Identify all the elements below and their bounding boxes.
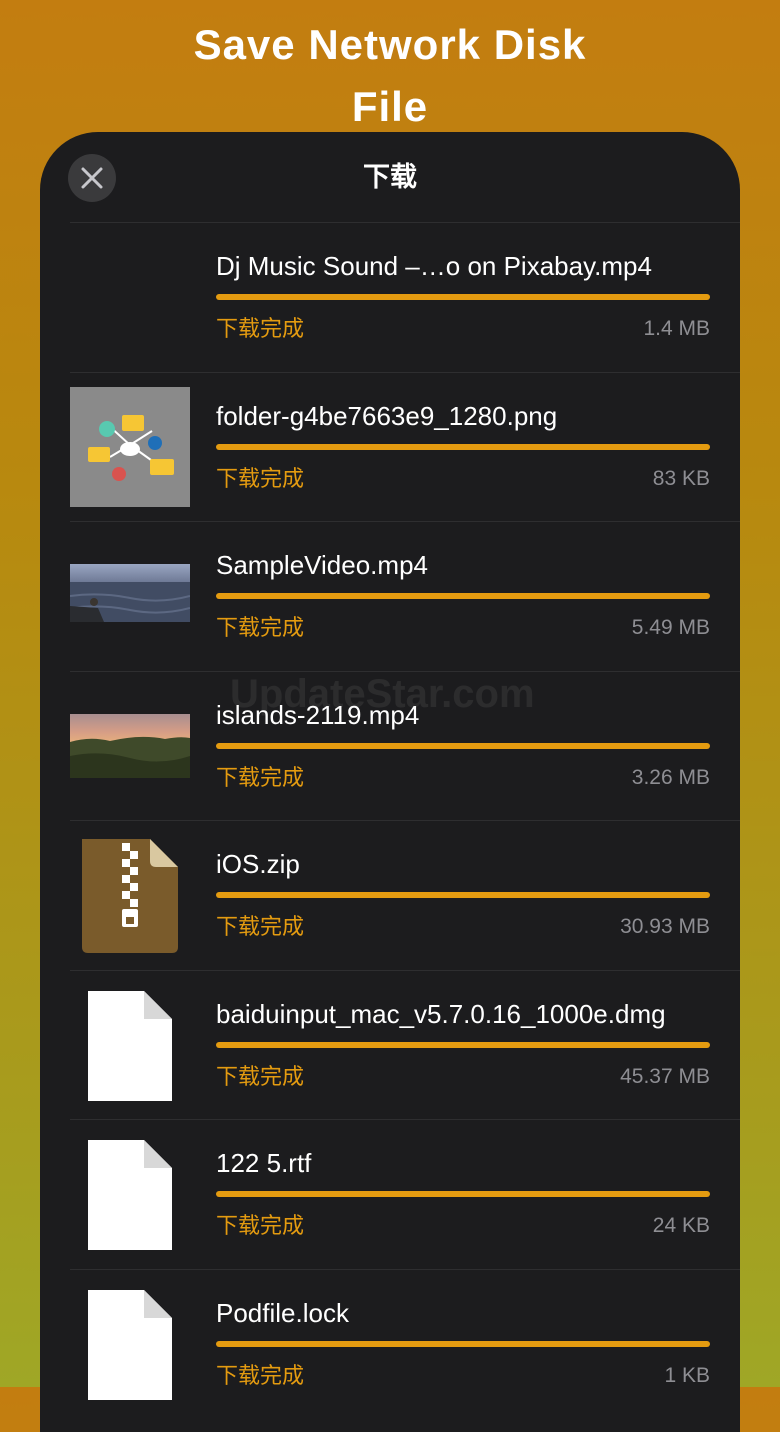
progress-bar: [216, 593, 710, 599]
progress-bar: [216, 443, 710, 450]
status-label: 下载完成: [216, 1063, 305, 1089]
promo-title-line1: Save Network Disk: [193, 21, 587, 68]
sunset-video-thumbnail: [70, 686, 190, 806]
status-label: 下载完成: [216, 764, 305, 790]
sea-video-thumbnail: [70, 536, 190, 656]
progress-bar: [216, 1191, 710, 1197]
file-name: Dj Music Sound –…o on Pixabay.mp4: [216, 251, 652, 281]
file-size: 24 KB: [652, 1214, 710, 1237]
download-item[interactable]: folder-g4be7663e9_1280.png 下载完成 83 KB: [70, 371, 740, 522]
status-label: 下载完成: [216, 465, 305, 491]
download-item[interactable]: Podfile.lock 下载完成 1 KB: [70, 1268, 740, 1419]
file-size: 45.37 MB: [620, 1064, 710, 1088]
document-icon: [70, 1284, 190, 1404]
watermark: UpdateStar.com: [230, 672, 535, 716]
progress-bar: [216, 1340, 710, 1347]
status-label: 下载完成: [216, 1213, 305, 1238]
panel-title: 下载: [363, 162, 417, 192]
zip-file-icon: [70, 835, 190, 955]
thumbnail-empty: [70, 237, 190, 357]
file-name: SampleVideo.mp4: [216, 550, 428, 580]
progress-bar: [216, 742, 710, 749]
downloads-panel: 下载 Dj Music Sound –…o on Pixabay.mp4 下载完…: [40, 132, 740, 1432]
folder-network-thumbnail: [70, 386, 190, 507]
file-name: iOS.zip: [216, 849, 300, 879]
file-name: baiduinput_mac_v5.7.0.16_1000e.dmg: [216, 998, 666, 1029]
panel-header: 下载: [40, 132, 740, 222]
status-label: 下载完成: [216, 615, 305, 640]
file-size: 30.93 MB: [620, 915, 710, 938]
promo-title: Save Network Disk File: [0, 14, 780, 138]
file-size: 83 KB: [652, 466, 710, 490]
progress-bar: [216, 294, 710, 300]
document-icon: [70, 985, 190, 1105]
download-item[interactable]: iOS.zip 下载完成 30.93 MB: [70, 820, 740, 970]
file-size: 5.49 MB: [631, 616, 710, 639]
file-size: 3.26 MB: [631, 765, 710, 789]
document-icon: [70, 1134, 190, 1254]
download-item[interactable]: SampleVideo.mp4 下载完成 5.49 MB: [70, 521, 740, 671]
file-name: Podfile.lock: [216, 1297, 349, 1328]
download-item[interactable]: baiduinput_mac_v5.7.0.16_1000e.dmg 下载完成 …: [70, 969, 740, 1120]
status-label: 下载完成: [216, 316, 305, 341]
download-item[interactable]: 122 5.rtf 下载完成 24 KB: [70, 1119, 740, 1269]
download-item[interactable]: Dj Music Sound –…o on Pixabay.mp4 下载完成 1…: [70, 222, 740, 372]
progress-bar: [216, 892, 710, 898]
status-label: 下载完成: [216, 1362, 305, 1388]
file-size: 1.4 MB: [643, 317, 710, 340]
status-label: 下载完成: [216, 914, 305, 939]
file-name: folder-g4be7663e9_1280.png: [216, 400, 558, 431]
file-size: 1 KB: [664, 1363, 710, 1387]
file-name: 122 5.rtf: [216, 1148, 312, 1178]
promo-title-line2: File: [351, 83, 429, 130]
download-list: Dj Music Sound –…o on Pixabay.mp4 下载完成 1…: [70, 222, 740, 1418]
progress-bar: [216, 1041, 710, 1048]
